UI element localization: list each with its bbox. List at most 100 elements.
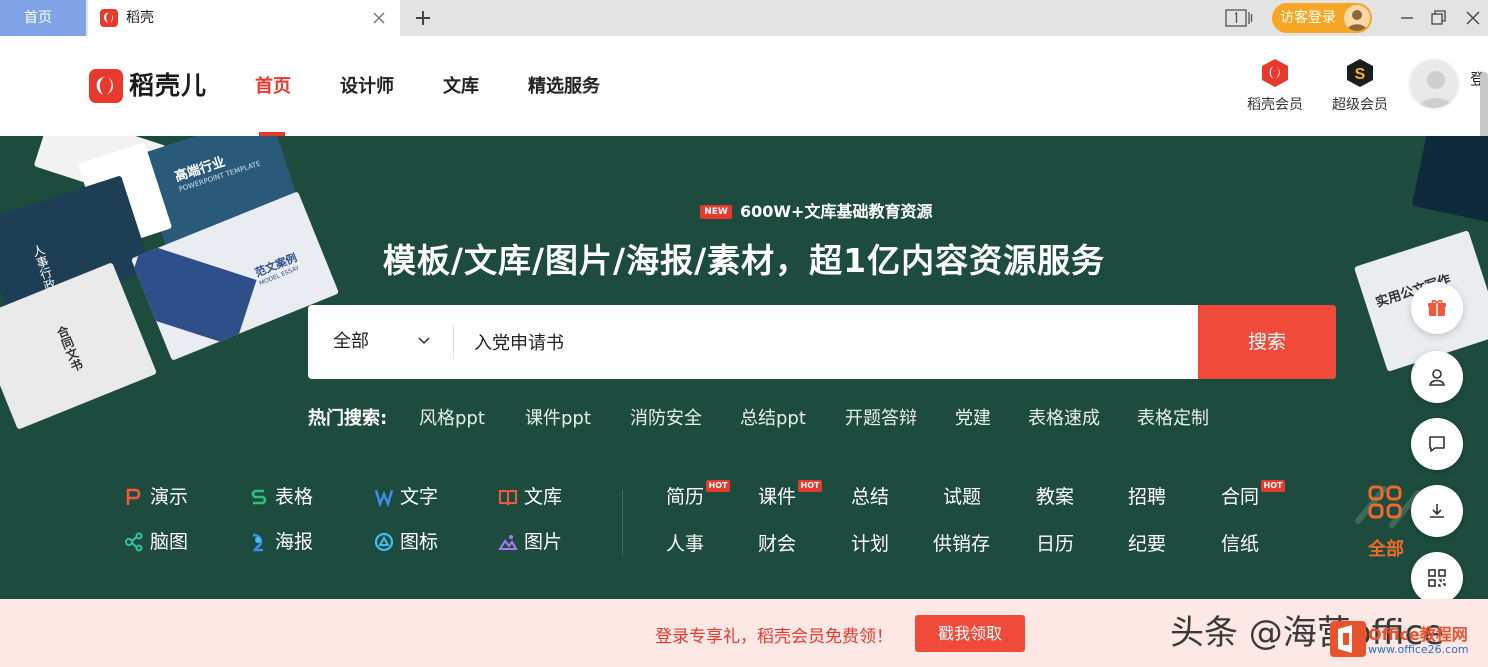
poster-icon [249, 532, 269, 552]
doc-type-label: 试题 [943, 486, 982, 508]
doc-type-label: 教案 [1036, 486, 1075, 508]
guest-avatar-icon [1344, 5, 1370, 31]
mindmap-icon [124, 532, 144, 552]
docer-favicon-icon [100, 9, 118, 27]
tab-docer[interactable]: 稻壳 [88, 0, 400, 36]
doc-type-exam[interactable]: 试题 [943, 484, 981, 510]
doc-type-label: 财会 [758, 533, 797, 555]
doc-type-hr[interactable]: 人事 [666, 531, 704, 557]
svg-text:S: S [1355, 66, 1366, 83]
category-label: 演示 [150, 486, 189, 508]
hot-tag: HOT [798, 480, 822, 492]
hot-search-link[interactable]: 表格速成 [1028, 404, 1100, 430]
hot-search-link[interactable]: 课件ppt [525, 404, 591, 430]
user-avatar[interactable] [1408, 58, 1460, 110]
download-icon [1430, 504, 1444, 518]
docer-member-link[interactable]: 稻壳会员 [1240, 58, 1310, 114]
search-input[interactable] [474, 305, 1194, 379]
feedback-button[interactable] [1411, 418, 1463, 470]
presentation-icon [124, 487, 144, 507]
gift-icon [1428, 299, 1446, 316]
doc-type-letter-paper[interactable]: 信纸 [1221, 531, 1259, 557]
doc-type-finance[interactable]: 财会 [758, 531, 796, 557]
promo-text: 登录专享礼，稻壳会员免费领！ [655, 627, 893, 647]
image-icon [498, 532, 518, 552]
doc-type-label: 信纸 [1221, 533, 1260, 555]
super-member-link[interactable]: S 超级会员 [1325, 58, 1395, 114]
icon-library-icon [374, 532, 394, 552]
doc-type-label: 课件 [758, 486, 797, 508]
download-button[interactable] [1411, 485, 1463, 537]
guest-login-button[interactable]: 访客登录 [1272, 3, 1372, 33]
tab-title: 稻壳 [126, 10, 154, 26]
doc-type-contract[interactable]: 合同 [1221, 484, 1259, 510]
site-header: 稻壳儿 首页 设计师 文库 精选服务 稻壳会员 S 超级会员 登 [0, 36, 1488, 162]
window-layout-icon[interactable] [1225, 8, 1253, 28]
minimize-icon[interactable] [1396, 7, 1418, 29]
search-button[interactable]: 搜索 [1198, 305, 1336, 379]
hot-searches-label: 热门搜索: [308, 408, 388, 429]
all-categories-label: 全部 [1368, 539, 1404, 560]
user-icon [1429, 369, 1445, 386]
all-categories-button[interactable]: 全部 [1354, 481, 1422, 561]
hot-tag: HOT [706, 480, 730, 492]
deco-card-right-top [1411, 136, 1488, 225]
hero-banner: 高端行业 POWERPOINT TEMPLATE 人事行政 范文案例 MODEL… [0, 136, 1488, 599]
hot-search-link[interactable]: 党建 [955, 404, 991, 430]
doc-type-inventory[interactable]: 供销存 [933, 531, 990, 557]
doc-type-label: 计划 [851, 533, 890, 555]
category-label: 文字 [400, 486, 439, 508]
spreadsheet-icon [249, 487, 269, 507]
watermark-brand: Office教程网 [1368, 625, 1468, 644]
doc-type-label: 供销存 [933, 533, 991, 555]
hot-search-link[interactable]: 消防安全 [630, 404, 702, 430]
chevron-down-icon [416, 333, 432, 349]
logo-text[interactable]: 稻壳儿 [129, 69, 207, 103]
hot-search-link[interactable]: 风格ppt [419, 404, 485, 430]
doc-type-label: 人事 [666, 533, 705, 555]
doc-type-label: 招聘 [1128, 486, 1167, 508]
category-label: 文库 [524, 486, 563, 508]
doc-type-recruitment[interactable]: 招聘 [1128, 484, 1166, 510]
category-label: 海报 [275, 531, 314, 553]
new-badge: NEW [700, 205, 732, 219]
browser-tab-bar: 首页 稻壳 访客登录 [0, 0, 1488, 36]
hero-title: 模板/文库/图片/海报/素材，超1亿内容资源服务 [382, 241, 1106, 280]
search-category-select[interactable]: 全部 [308, 305, 453, 379]
restore-icon[interactable] [1428, 7, 1450, 29]
qrcode-button[interactable] [1411, 552, 1463, 604]
nav-library[interactable]: 文库 [443, 74, 479, 100]
nav-home[interactable]: 首页 [255, 74, 291, 100]
nav-services[interactable]: 精选服务 [528, 74, 600, 100]
user-center-button[interactable] [1411, 351, 1463, 403]
office-logo-icon [1330, 621, 1366, 657]
doc-type-minutes[interactable]: 纪要 [1128, 531, 1166, 557]
library-book-icon [498, 487, 518, 507]
watermark-site: www.office26.com [1368, 643, 1469, 656]
new-tab-plus-icon[interactable] [412, 7, 434, 29]
close-window-icon[interactable] [1462, 7, 1484, 29]
docer-logo-icon[interactable] [89, 69, 123, 103]
doc-type-lesson-plan[interactable]: 教案 [1036, 484, 1074, 510]
nav-designer[interactable]: 设计师 [340, 74, 394, 100]
gift-button[interactable] [1411, 282, 1463, 334]
doc-type-calendar[interactable]: 日历 [1036, 531, 1074, 557]
hot-search-link[interactable]: 表格定制 [1137, 404, 1209, 430]
category-label: 图标 [400, 531, 439, 553]
doc-type-resume[interactable]: 简历 [666, 484, 704, 510]
doc-type-plan[interactable]: 计划 [851, 531, 889, 557]
doc-type-label: 日历 [1036, 533, 1075, 555]
hot-search-link[interactable]: 开题答辩 [845, 404, 917, 430]
doc-type-summary[interactable]: 总结 [851, 484, 889, 510]
tab-close-icon[interactable] [370, 9, 388, 27]
search-divider [453, 325, 454, 359]
word-icon [374, 487, 394, 508]
doc-type-label: 总结 [851, 486, 890, 508]
search-category-label: 全部 [333, 331, 369, 352]
claim-button[interactable]: 戳我领取 [915, 615, 1025, 652]
tab-home[interactable]: 首页 [0, 0, 86, 36]
docer-member-icon [1260, 58, 1290, 88]
doc-type-courseware[interactable]: 课件 [758, 484, 796, 510]
hot-search-link[interactable]: 总结ppt [740, 404, 806, 430]
hero-divider [622, 490, 623, 556]
